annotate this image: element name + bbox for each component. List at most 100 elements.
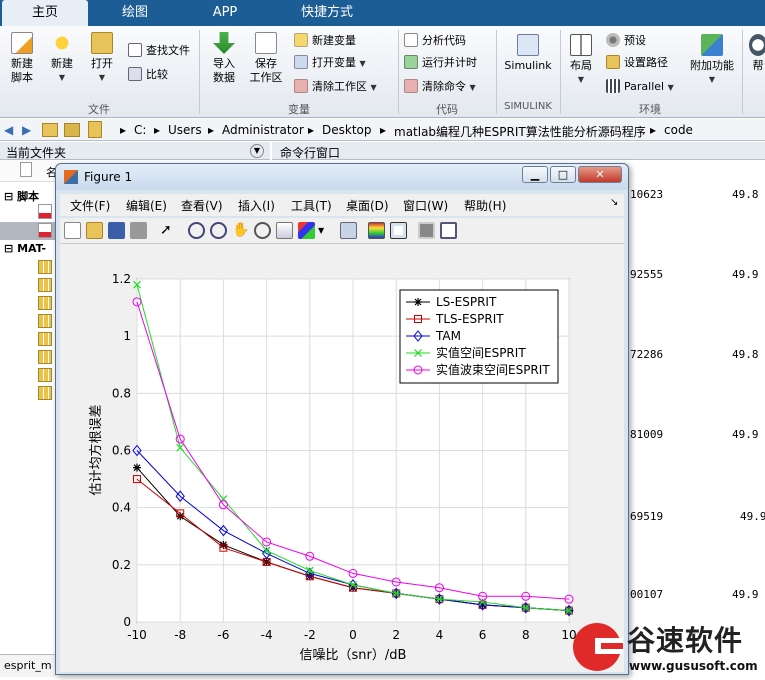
rotate-3d-icon[interactable]	[254, 222, 271, 239]
zoom-in-icon[interactable]	[188, 222, 205, 239]
script-file-icon[interactable]	[38, 204, 52, 219]
legend: LS-ESPRIT TLS-ESPRIT TAM 实值空间ESPRIT 实值波束空间ES…	[399, 289, 559, 384]
crumb-administrator[interactable]: Administrator	[222, 123, 304, 137]
tab-apps[interactable]: APP	[182, 0, 268, 26]
output-value: 49.8	[732, 348, 759, 361]
find-files-button[interactable]: 查找文件	[128, 42, 190, 60]
tab-plots[interactable]: 绘图	[92, 0, 178, 26]
x-tick-label: -2	[304, 628, 316, 642]
parallel-button[interactable]: Parallel ▼	[606, 78, 674, 96]
maximize-button[interactable]: □	[550, 166, 576, 183]
analyze-code-label: 分析代码	[422, 34, 466, 47]
preferences-button[interactable]: 预设	[606, 32, 646, 50]
colorbar-icon[interactable]	[368, 222, 385, 239]
set-path-button[interactable]: 设置路径	[606, 54, 668, 72]
panel-menu-icon[interactable]: ▼	[250, 144, 264, 158]
open-variable-button[interactable]: 打开变量 ▼	[294, 54, 366, 72]
mat-file-icon[interactable]	[38, 296, 52, 310]
addons-button[interactable]: 附加功能 ▼	[688, 34, 736, 87]
details-filename: esprit_m	[4, 659, 52, 672]
show-plot-tools-icon[interactable]	[440, 222, 457, 239]
command-window[interactable]: 10623 49.8 92555 49.9 72286 49.8 81009 4…	[628, 160, 765, 677]
menu-insert[interactable]: 插入(I)	[238, 197, 275, 214]
up-folder-icon[interactable]	[42, 123, 58, 137]
save-workspace-icon	[255, 32, 277, 54]
mat-file-icon[interactable]	[38, 332, 52, 346]
browse-folder-icon[interactable]	[64, 123, 80, 137]
zoom-out-icon[interactable]	[210, 222, 227, 239]
group-label-variable: 变量	[288, 103, 310, 116]
new-script-icon	[11, 32, 33, 54]
simulink-icon	[517, 34, 539, 56]
new-figure-icon[interactable]	[64, 222, 81, 239]
save-workspace-button[interactable]: 保存 工作区	[246, 32, 286, 85]
pointer-icon[interactable]: ➚	[160, 222, 177, 239]
addons-label: 附加功能	[690, 59, 734, 72]
brush-icon[interactable]	[298, 222, 315, 239]
analyze-code-button[interactable]: 分析代码	[404, 32, 466, 50]
figure-title-bar[interactable]: Figure 1 ▁ □ ✕	[56, 164, 628, 190]
save-icon[interactable]	[108, 222, 125, 239]
mat-file-icon[interactable]	[38, 350, 52, 364]
layout-icon	[570, 34, 592, 56]
mat-file-icon[interactable]	[38, 260, 52, 274]
crumb-code[interactable]: code	[664, 123, 693, 137]
selected-file-row[interactable]	[0, 222, 56, 240]
clear-workspace-label: 清除工作区	[312, 80, 367, 93]
new-button[interactable]: 新建 ▼	[44, 32, 80, 85]
layout-button[interactable]: 布局 ▼	[564, 34, 598, 87]
compare-label: 比较	[146, 68, 168, 81]
clear-commands-button[interactable]: 清除命令 ▼	[404, 78, 476, 96]
forward-arrow-icon[interactable]: ▶	[22, 123, 31, 137]
watermark-brand: 谷速软件	[627, 624, 744, 657]
mat-file-icon[interactable]	[38, 278, 52, 292]
open-variable-label: 打开变量	[312, 56, 356, 69]
legend-icon[interactable]	[390, 222, 407, 239]
import-data-button[interactable]: 导入 数据	[204, 32, 244, 85]
back-arrow-icon[interactable]: ◀	[4, 123, 13, 137]
menu-file[interactable]: 文件(F)	[70, 197, 110, 214]
open-label: 打开	[91, 57, 113, 70]
mat-file-icon[interactable]	[38, 386, 52, 400]
pan-hand-icon[interactable]: ✋	[232, 222, 249, 239]
crumb-project-folder[interactable]: matlab编程几种ESPRIT算法性能分析源码程序	[394, 123, 646, 140]
run-and-time-button[interactable]: 运行并计时	[404, 54, 477, 72]
mat-file-icon[interactable]	[38, 368, 52, 382]
crumb-users[interactable]: Users	[168, 123, 202, 137]
line-chart[interactable]: -10 -8 -6 -4 -2 0 2 4 6 8 1000.20.40.60.811.2 信噪比（…	[60, 244, 624, 672]
print-icon[interactable]	[130, 222, 147, 239]
clear-workspace-button[interactable]: 清除工作区 ▼	[294, 78, 377, 96]
data-cursor-icon[interactable]	[276, 222, 293, 239]
hide-plot-tools-icon[interactable]	[418, 222, 435, 239]
help-label: 帮	[752, 59, 764, 72]
menu-view[interactable]: 查看(V)	[181, 197, 223, 214]
new-variable-button[interactable]: 新建变量	[294, 32, 356, 50]
open-button[interactable]: 打开 ▼	[84, 32, 120, 85]
menu-window[interactable]: 窗口(W)	[403, 197, 448, 214]
tab-home[interactable]: 主页	[2, 0, 88, 26]
section-mat-files[interactable]: ⊟ MAT-	[4, 242, 46, 255]
menu-help[interactable]: 帮助(H)	[464, 197, 506, 214]
crumb-desktop[interactable]: Desktop	[322, 123, 372, 137]
tab-shortcuts[interactable]: 快捷方式	[272, 0, 382, 26]
simulink-button[interactable]: Simulink	[500, 34, 556, 73]
menu-tools[interactable]: 工具(T)	[291, 197, 332, 214]
plus-icon	[51, 32, 73, 54]
new-script-button[interactable]: 新建 脚本	[4, 32, 40, 85]
mat-file-icon[interactable]	[38, 314, 52, 328]
help-button[interactable]: 帮	[748, 34, 765, 73]
crumb-drive[interactable]: C:	[134, 123, 146, 137]
section-scripts[interactable]: ⊟ 脚本	[4, 188, 39, 204]
open-file-icon[interactable]	[86, 222, 103, 239]
dock-arrow-icon[interactable]: ↘	[610, 197, 618, 208]
menu-desktop[interactable]: 桌面(D)	[346, 197, 389, 214]
compare-button[interactable]: 比较	[128, 66, 168, 84]
clear-commands-label: 清除命令	[422, 80, 466, 93]
link-plot-icon[interactable]	[340, 222, 357, 239]
y-tick-label: 0.8	[112, 386, 131, 400]
minimize-button[interactable]: ▁	[522, 166, 548, 183]
brush-dropdown-icon[interactable]: ▼	[318, 222, 326, 239]
close-button[interactable]: ✕	[578, 166, 622, 183]
menu-edit[interactable]: 编辑(E)	[126, 197, 167, 214]
data-point	[133, 463, 141, 472]
